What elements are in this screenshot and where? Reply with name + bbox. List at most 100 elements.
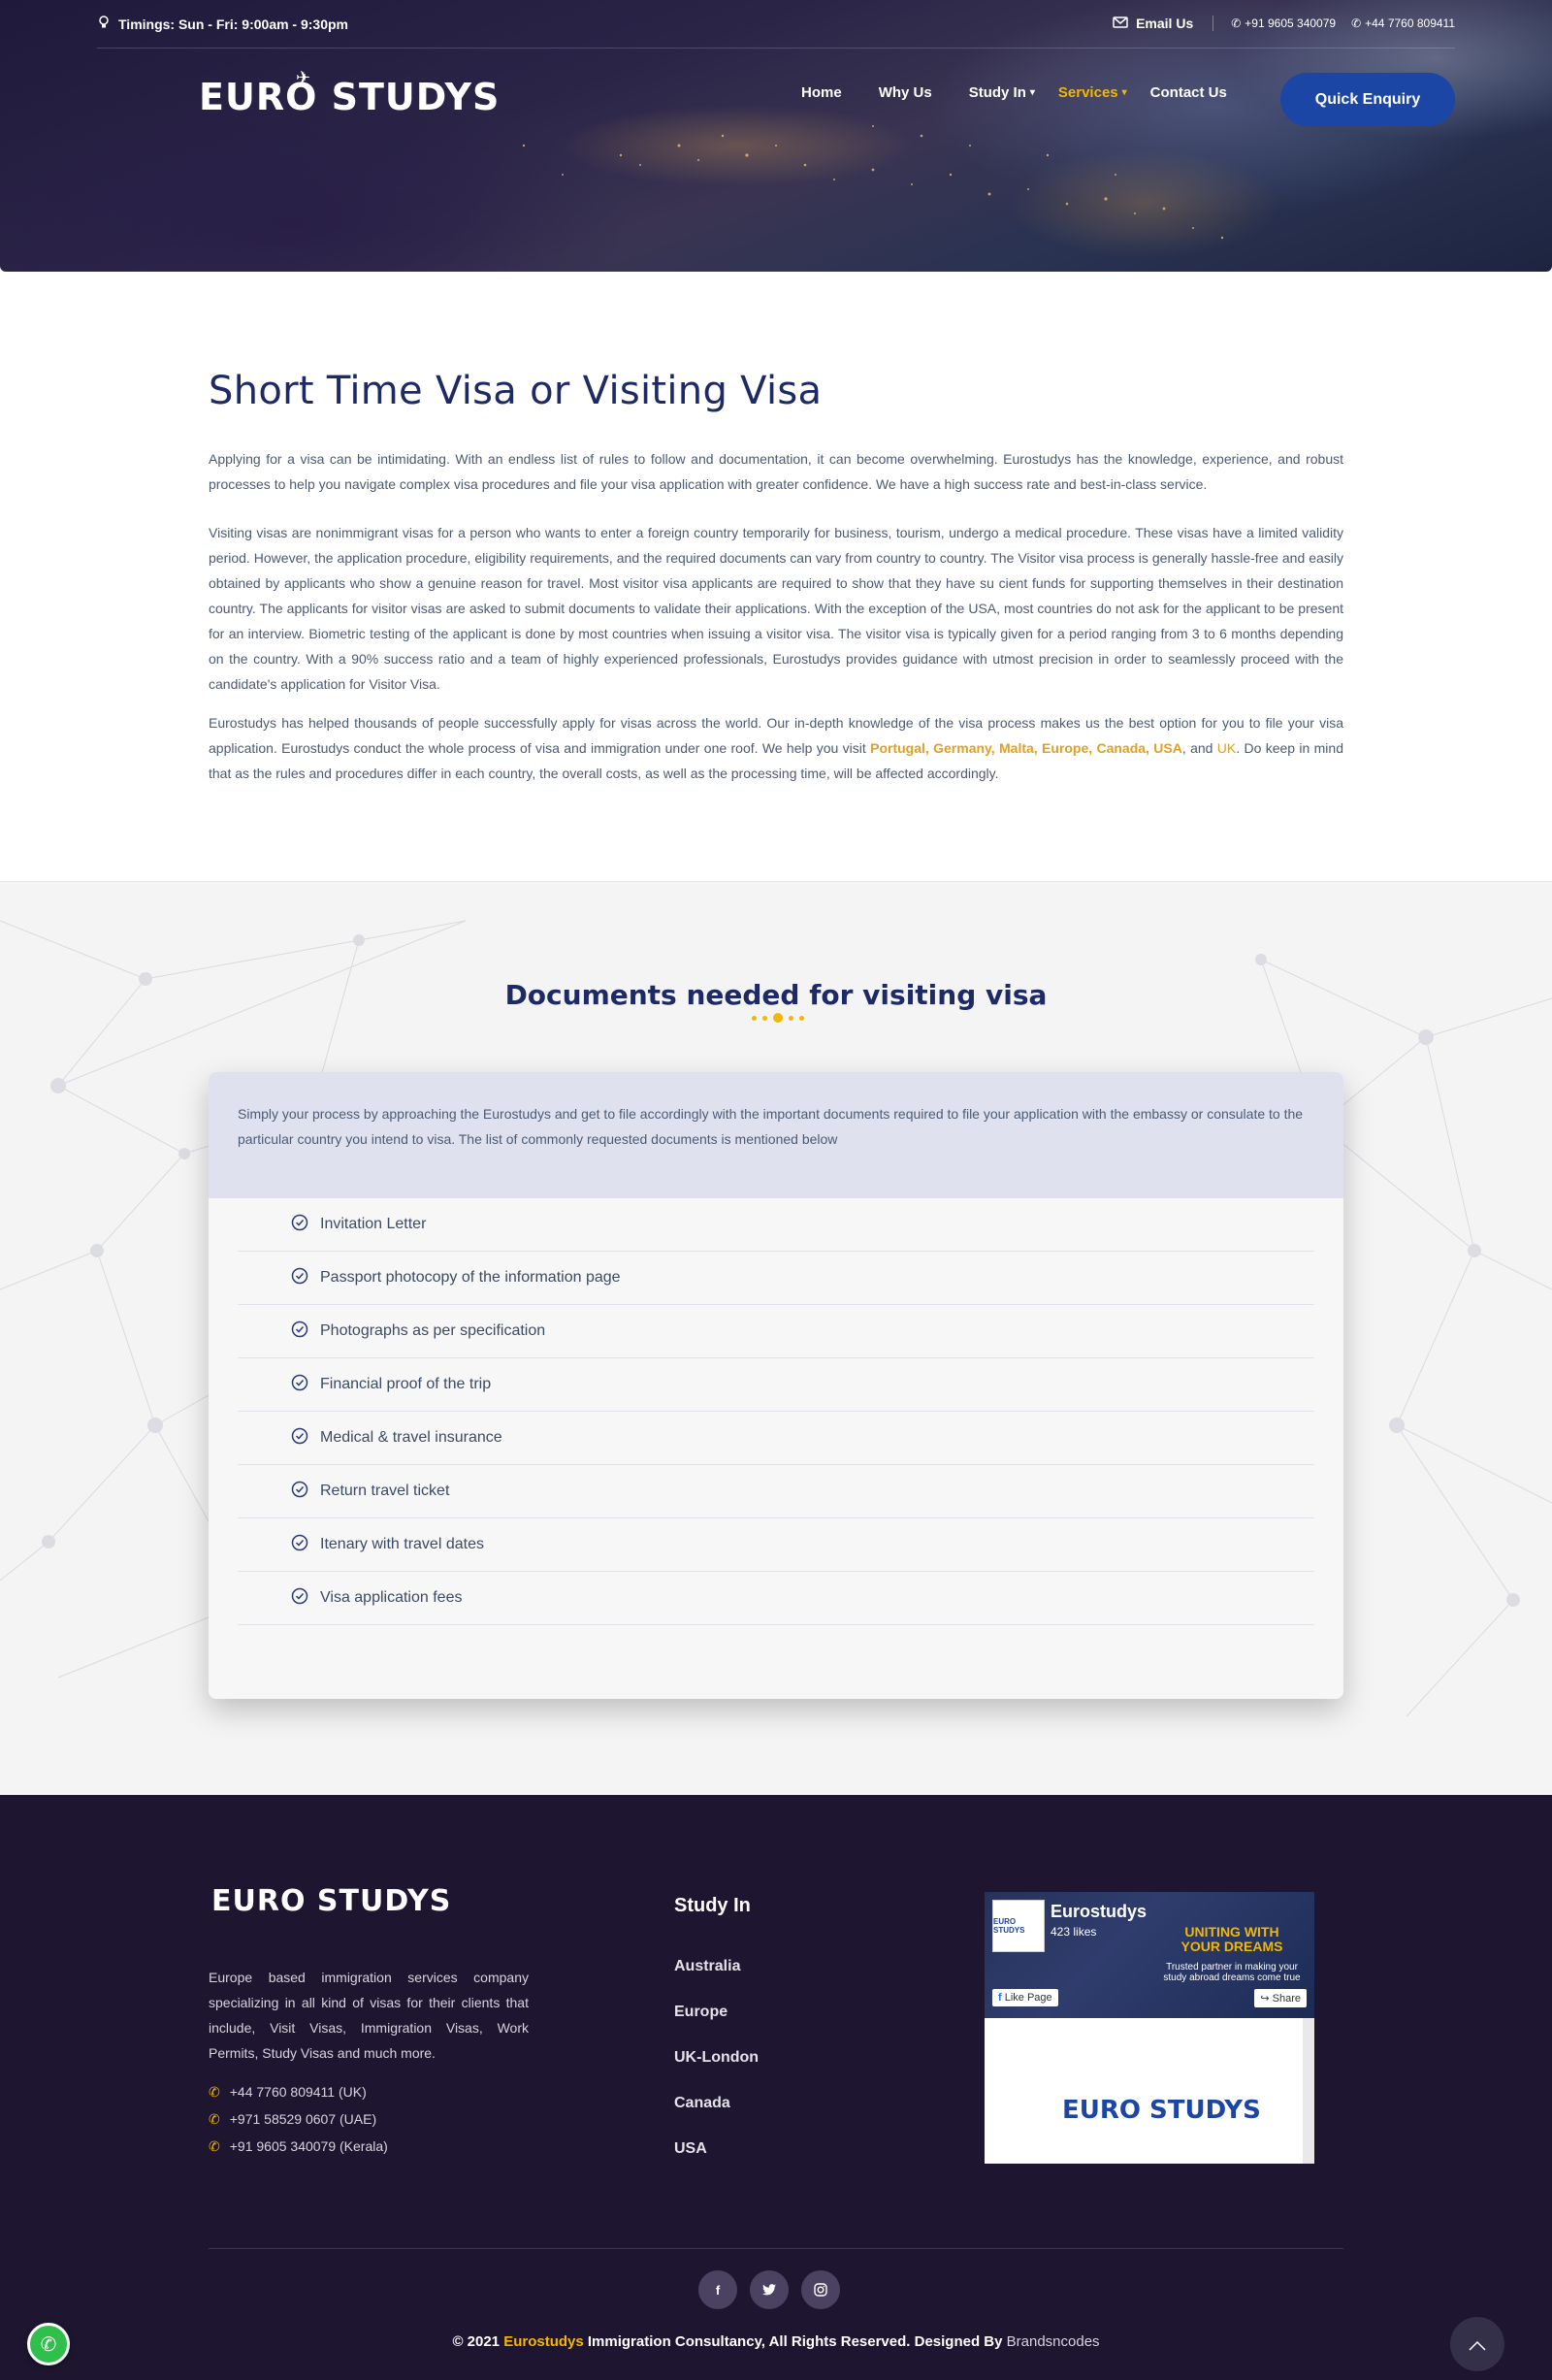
country-links[interactable]: Portugal, Germany, Malta, Europe, Canada… xyxy=(870,740,1182,756)
whatsapp-chat-button[interactable]: ✆ xyxy=(27,2323,70,2365)
visiting-visa-paragraph: Visiting visas are nonimmigrant visas fo… xyxy=(209,525,1343,692)
main-nav: Home Why Us Study In ▾ Services ▾ Contact … xyxy=(801,84,1264,101)
twitter-icon[interactable] xyxy=(750,2270,789,2309)
quick-enquiry-button[interactable]: Quick Enquiry xyxy=(1280,73,1455,126)
footer-divider xyxy=(209,2248,1343,2249)
check-circle-icon xyxy=(291,1587,308,1610)
footer-link-uk-london[interactable]: UK-London xyxy=(674,2049,759,2095)
check-circle-icon xyxy=(291,1320,308,1343)
check-circle-icon xyxy=(291,1214,308,1236)
top-bar: Timings: Sun - Fri: 9:00am - 9:30pm Emai… xyxy=(97,0,1455,49)
phone-number: +44 7760 809411 xyxy=(1365,16,1455,30)
email-link[interactable]: Email Us xyxy=(1113,16,1214,31)
footer-link-usa[interactable]: USA xyxy=(674,2140,759,2186)
footer-about: Europe based immigration services compan… xyxy=(209,1970,529,2061)
list-item: Medical & travel insurance xyxy=(238,1412,1314,1465)
phone-icon: ✆ xyxy=(209,2083,220,2100)
list-item: Financial proof of the trip xyxy=(238,1358,1314,1412)
document-name: Passport photocopy of the information pa… xyxy=(320,1269,621,1286)
timings-text: Timings: Sun - Fri: 9:00am - 9:30pm xyxy=(118,16,349,32)
nav-contact-us[interactable]: Contact Us xyxy=(1150,84,1227,101)
facebook-like-button[interactable]: f Like Page xyxy=(992,1989,1058,2006)
divider-dot xyxy=(752,1015,757,1021)
facebook-icon: f xyxy=(998,1992,1002,2004)
check-circle-icon xyxy=(291,1267,308,1289)
phone-number: +91 9605 340079 xyxy=(1245,16,1337,30)
facebook-page-widget[interactable]: EURO STUDYS Eurostudys 423 likes UNITING… xyxy=(985,1892,1314,2164)
nav-study-in[interactable]: Study In ▾ xyxy=(969,84,1035,101)
site-logo[interactable]: EURO STUDYS ✈ xyxy=(199,68,501,118)
document-name: Financial proof of the trip xyxy=(320,1376,492,1392)
divider-dot xyxy=(773,1013,783,1023)
check-circle-icon xyxy=(291,1481,308,1503)
footer-phone-kerala[interactable]: ✆ +91 9605 340079 (Kerala) xyxy=(209,2133,388,2160)
phone-icon: ✆ xyxy=(209,2110,220,2127)
nav-label: Home xyxy=(801,84,842,101)
phone-icon: ✆ xyxy=(1351,16,1362,30)
site-footer: EURO STUDYS Europe based immigration ser… xyxy=(0,1795,1552,2380)
country-link-uk[interactable]: UK xyxy=(1217,740,1236,756)
facebook-icon[interactable]: f xyxy=(698,2270,737,2309)
divider-dot xyxy=(762,1015,767,1021)
facebook-feed[interactable]: EURO STUDYS xyxy=(985,2018,1314,2164)
nav-why-us[interactable]: Why Us xyxy=(879,84,932,101)
arrow-up-icon xyxy=(1469,2331,1486,2357)
footer-link-europe[interactable]: Europe xyxy=(674,2004,759,2049)
phone-icon: ✆ xyxy=(209,2137,220,2154)
phone-link-india[interactable]: ✆ +91 9605 340079 xyxy=(1231,16,1336,30)
facebook-cover: EURO STUDYS Eurostudys 423 likes UNITING… xyxy=(985,1892,1314,2018)
facebook-profile-thumb: EURO STUDYS xyxy=(992,1900,1045,1952)
intro-paragraph: Applying for a visa can be intimidating.… xyxy=(209,451,1343,492)
share-icon: ↪ xyxy=(1260,1993,1270,2005)
phone-number: +44 7760 809411 (UK) xyxy=(229,2084,367,2100)
chevron-down-icon: ▾ xyxy=(1029,87,1035,98)
footer-logo[interactable]: EURO STUDYS xyxy=(211,1884,451,1918)
email-label: Email Us xyxy=(1136,16,1194,31)
mail-icon xyxy=(1113,16,1128,31)
study-in-title: Study In xyxy=(674,1895,751,1916)
chevron-down-icon: ▾ xyxy=(1121,87,1127,98)
logo-text: EURO STUDYS xyxy=(199,76,501,118)
document-name: Invitation Letter xyxy=(320,1216,427,1232)
facebook-share-button[interactable]: ↪ Share xyxy=(1254,1989,1307,2007)
document-name: Photographs as per specification xyxy=(320,1322,546,1339)
facebook-page-name[interactable]: Eurostudys xyxy=(1051,1902,1147,1922)
contact-links: Email Us ✆ +91 9605 340079 ✆ +44 7760 80… xyxy=(1113,16,1455,31)
footer-link-australia[interactable]: Australia xyxy=(674,1958,759,2004)
nav-home[interactable]: Home xyxy=(801,84,842,101)
main-content: Short Time Visa or Visiting Visa Applyin… xyxy=(209,369,1343,786)
help-paragraph: Eurostudys has helped thousands of peopl… xyxy=(209,710,1343,786)
copyright-brand-link[interactable]: Eurostudys xyxy=(503,2333,584,2350)
title-divider-dots xyxy=(752,1013,804,1023)
phone-number: +91 9605 340079 (Kerala) xyxy=(229,2138,388,2154)
documents-title: Documents needed for visiting visa xyxy=(504,979,1048,1011)
social-links: f xyxy=(698,2270,840,2309)
nav-label: Contact Us xyxy=(1149,84,1227,101)
hero-header: Timings: Sun - Fri: 9:00am - 9:30pm Emai… xyxy=(0,0,1552,272)
phone-icon: ✆ xyxy=(1231,16,1242,30)
scroll-to-top-button[interactable] xyxy=(1450,2317,1504,2371)
list-item: Invitation Letter xyxy=(238,1198,1314,1252)
copyright-text: © 2021 xyxy=(452,2333,504,2350)
list-item: Passport photocopy of the information pa… xyxy=(238,1252,1314,1305)
page-title: Short Time Visa or Visiting Visa xyxy=(209,369,823,413)
instagram-icon[interactable] xyxy=(801,2270,840,2309)
designer-link[interactable]: Brandsncodes xyxy=(1007,2333,1100,2350)
bulb-icon xyxy=(97,16,111,32)
paragraph-text: , and xyxy=(1181,740,1217,756)
footer-phone-uae[interactable]: ✆ +971 58529 0607 (UAE) xyxy=(209,2105,388,2133)
footer-link-canada[interactable]: Canada xyxy=(674,2095,759,2140)
share-label: Share xyxy=(1272,1993,1301,2005)
nav-services[interactable]: Services ▾ xyxy=(1058,84,1127,101)
divider-dot xyxy=(799,1015,804,1021)
footer-phones: ✆ +44 7760 809411 (UK) ✆ +971 58529 0607 (… xyxy=(209,2078,388,2160)
phone-link-uk[interactable]: ✆ +44 7760 809411 xyxy=(1351,16,1455,30)
footer-phone-uk[interactable]: ✆ +44 7760 809411 (UK) xyxy=(209,2078,388,2105)
list-item: Itenary with travel dates xyxy=(238,1518,1314,1572)
nav-label: Why Us xyxy=(878,84,932,101)
list-item: Return travel ticket xyxy=(238,1465,1314,1518)
nav-label: Services xyxy=(1057,84,1118,101)
facebook-likes: 423 likes xyxy=(1051,1925,1097,1939)
list-item: Visa application fees xyxy=(238,1572,1314,1625)
documents-card: Simply your process by approaching the E… xyxy=(209,1072,1343,1699)
